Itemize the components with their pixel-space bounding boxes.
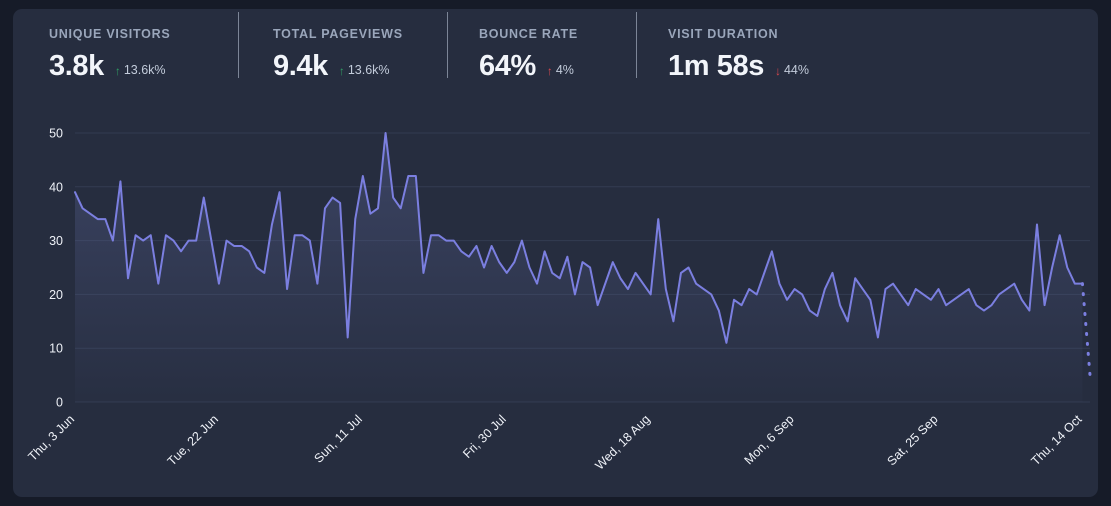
stat-value: 3.8k bbox=[49, 49, 104, 82]
arrow-down-icon: ↓ bbox=[774, 63, 781, 78]
y-axis-tick-label: 40 bbox=[49, 180, 63, 194]
stat-row: 3.8k ↑ 13.6k% bbox=[49, 49, 239, 82]
stat-delta: ↑ 13.6k% bbox=[339, 64, 390, 77]
stat-card-visit-duration: VISIT DURATION 1m 58s ↓ 44% bbox=[637, 9, 839, 81]
stat-value: 1m 58s bbox=[668, 49, 764, 82]
stat-delta-value: 13.6k% bbox=[347, 63, 390, 78]
stat-label: BOUNCE RATE bbox=[479, 27, 578, 41]
x-axis-tick-label: Mon, 6 Sep bbox=[742, 412, 797, 467]
stat-delta: ↑ 13.6k% bbox=[115, 64, 166, 77]
y-axis-tick-label: 20 bbox=[49, 288, 63, 302]
stat-label: UNIQUE VISITORS bbox=[49, 27, 171, 41]
x-axis-tick-label: Wed, 18 Aug bbox=[592, 412, 652, 472]
stat-card-unique-visitors: UNIQUE VISITORS 3.8k ↑ 13.6k% bbox=[13, 9, 239, 81]
stat-card-bounce-rate: BOUNCE RATE 64% ↑ 4% bbox=[448, 9, 637, 81]
stat-row: 64% ↑ 4% bbox=[479, 49, 637, 82]
stat-value: 9.4k bbox=[273, 49, 328, 82]
dashboard-panel: UNIQUE VISITORS 3.8k ↑ 13.6k% TOTAL PAGEVIEW… bbox=[13, 9, 1098, 497]
stat-value: 64% bbox=[479, 49, 536, 82]
chart-svg: 0 10 20 30 40 50 Thu, 3 Jun Tue, 22 Jun Sun, 11 … bbox=[25, 127, 1092, 473]
stats-strip: UNIQUE VISITORS 3.8k ↑ 13.6k% TOTAL PAGEVIEW… bbox=[13, 9, 839, 95]
x-axis-tick-label: Fri, 30 Jul bbox=[460, 412, 509, 461]
arrow-up-icon: ↑ bbox=[114, 63, 121, 78]
visitors-chart: 0 10 20 30 40 50 Thu, 3 Jun Tue, 22 Jun Sun, 11 … bbox=[13, 95, 1098, 497]
y-axis-tick-label: 50 bbox=[49, 127, 63, 141]
stat-delta-value: 4% bbox=[555, 63, 574, 78]
y-axis-tick-label: 30 bbox=[49, 234, 63, 248]
stat-label: VISIT DURATION bbox=[668, 27, 779, 41]
y-axis-tick-label: 0 bbox=[56, 396, 63, 410]
stat-delta-value: 44% bbox=[783, 63, 809, 78]
stat-delta: ↑ 4% bbox=[547, 64, 574, 77]
stat-row: 9.4k ↑ 13.6k% bbox=[273, 49, 448, 82]
arrow-up-icon: ↑ bbox=[546, 63, 553, 78]
x-axis-tick-label: Tue, 22 Jun bbox=[165, 412, 221, 468]
stat-delta: ↓ 44% bbox=[775, 64, 809, 77]
arrow-up-icon: ↑ bbox=[338, 63, 345, 78]
x-axis-tick-label: Thu, 14 Oct bbox=[1028, 412, 1084, 468]
stat-delta-value: 13.6k% bbox=[123, 63, 166, 78]
stat-label: TOTAL PAGEVIEWS bbox=[273, 27, 403, 41]
y-axis-tick-label: 10 bbox=[49, 342, 63, 356]
chart-line-projected bbox=[1080, 282, 1092, 377]
stat-row: 1m 58s ↓ 44% bbox=[668, 49, 809, 82]
x-axis-tick-label: Thu, 3 Jun bbox=[25, 412, 77, 464]
x-axis-tick-label: Sun, 11 Jul bbox=[311, 412, 364, 465]
x-axis-tick-label: Sat, 25 Sep bbox=[885, 412, 941, 468]
stat-card-total-pageviews: TOTAL PAGEVIEWS 9.4k ↑ 13.6k% bbox=[239, 9, 448, 81]
chart-area-fill bbox=[75, 133, 1083, 402]
